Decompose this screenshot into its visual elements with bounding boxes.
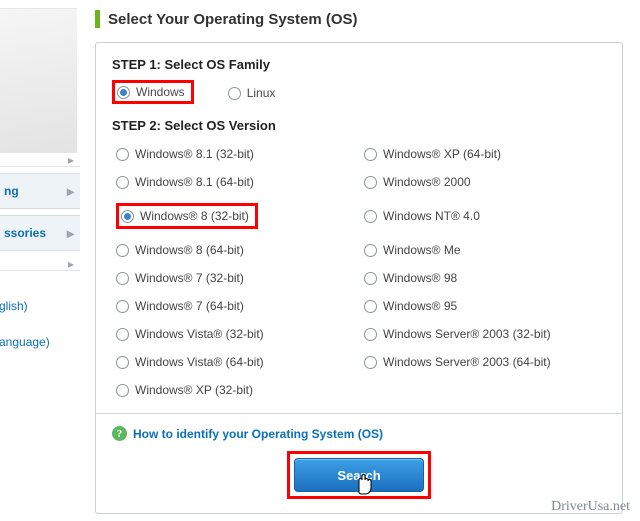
help-row: ? How to identify your Operating System … [112,414,606,441]
radio-icon [116,384,129,397]
os-family-linux[interactable]: Linux [228,86,276,100]
os-family-windows-label: Windows [136,85,185,99]
os-version-label: Windows® 7 (32-bit) [135,271,244,285]
search-wrap: Search [112,451,606,499]
chevron-right-icon: ▸ [67,183,74,200]
os-version-label: Windows® 98 [383,271,457,285]
os-family-group: Windows Linux [112,80,606,112]
os-version-label: Windows® XP (64-bit) [383,147,501,161]
os-version-option[interactable]: Windows Server® 2003 (64-bit) [364,355,602,369]
highlight-search: Search [287,451,431,499]
product-image [0,8,77,153]
os-version-option[interactable]: Windows® 7 (64-bit) [116,299,354,313]
section-title-row: Select Your Operating System (OS) [95,0,635,42]
radio-icon [364,300,377,313]
os-version-option[interactable]: Windows® 7 (32-bit) [116,271,354,285]
os-version-label: Windows® XP (32-bit) [135,383,253,397]
main-content: Select Your Operating System (OS) STEP 1… [95,0,635,514]
sidebar-chevron-row[interactable]: ▸ [0,153,80,167]
highlight-win8-32: Windows® 8 (32-bit) [116,203,258,229]
os-version-option[interactable]: Windows® XP (64-bit) [364,147,602,161]
radio-icon [116,244,129,257]
radio-icon [364,210,377,223]
os-select-panel: STEP 1: Select OS Family Windows Linux S… [95,42,623,514]
radio-icon [117,86,130,99]
os-version-option[interactable]: Windows® 8.1 (64-bit) [116,175,354,189]
os-version-label: Windows® 7 (64-bit) [135,299,244,313]
sidebar-link-2[interactable]: anguage) [0,335,80,349]
chevron-right-icon: ▸ [68,153,74,167]
os-version-option[interactable]: Windows Vista® (64-bit) [116,355,354,369]
os-version-option[interactable]: Windows® 98 [364,271,602,285]
sidebar-tab-1[interactable]: ng ▸ [0,173,80,209]
sidebar-tab-1-label: ng [4,184,19,198]
watermark: DriverUsa.net [551,499,630,515]
os-version-label: Windows® 95 [383,299,457,313]
os-family-windows[interactable]: Windows [117,85,185,99]
step2-label: STEP 2: Select OS Version [112,118,606,133]
os-version-label: Windows Server® 2003 (64-bit) [383,355,551,369]
chevron-right-icon: ▸ [68,257,74,271]
radio-icon [364,244,377,257]
radio-icon [364,148,377,161]
help-icon: ? [112,426,127,441]
os-family-linux-label: Linux [247,86,276,100]
sidebar-tab-2[interactable]: ssories ▸ [0,215,80,251]
step1-label: STEP 1: Select OS Family [112,57,606,72]
os-version-label: Windows Vista® (32-bit) [135,327,264,341]
search-button-label: Search [337,468,380,483]
os-version-option[interactable]: Windows® 8 (64-bit) [116,243,354,257]
os-version-label: Windows® 2000 [383,175,471,189]
radio-icon [364,328,377,341]
accent-bar [95,10,100,28]
os-version-option[interactable]: Windows® 8 (32-bit) [121,209,249,223]
radio-icon [364,356,377,369]
search-button[interactable]: Search [294,458,424,492]
os-version-label: Windows Vista® (64-bit) [135,355,264,369]
chevron-right-icon: ▸ [67,225,74,242]
radio-icon [116,148,129,161]
os-version-label: Windows® Me [383,243,461,257]
radio-icon [116,356,129,369]
radio-icon [228,87,241,100]
sidebar-tab-2-label: ssories [4,226,46,240]
os-version-label: Windows® 8 (32-bit) [140,209,249,223]
os-version-option[interactable]: Windows® XP (32-bit) [116,383,354,397]
radio-icon [364,176,377,189]
os-version-option[interactable]: Windows® 95 [364,299,602,313]
radio-icon [116,300,129,313]
os-version-grid: Windows® 8.1 (32-bit) Windows® XP (64-bi… [112,141,606,403]
sidebar-chevron-row[interactable]: ▸ [0,257,80,271]
left-sidebar: ▸ ng ▸ ssories ▸ ▸ glish) anguage) [0,0,80,521]
help-link[interactable]: How to identify your Operating System (O… [133,427,383,441]
os-version-label: Windows Server® 2003 (32-bit) [383,327,551,341]
os-version-option[interactable]: Windows NT® 4.0 [364,203,602,229]
highlight-windows: Windows [112,80,194,104]
radio-icon [116,272,129,285]
os-version-option[interactable]: Windows® Me [364,243,602,257]
radio-icon [116,328,129,341]
radio-icon [116,176,129,189]
os-version-option[interactable]: Windows® 2000 [364,175,602,189]
os-version-label: Windows® 8.1 (32-bit) [135,147,254,161]
sidebar-link-1[interactable]: glish) [0,299,80,313]
os-version-label: Windows® 8.1 (64-bit) [135,175,254,189]
os-version-label: Windows NT® 4.0 [383,209,480,223]
radio-icon [364,272,377,285]
os-version-option[interactable]: Windows Server® 2003 (32-bit) [364,327,602,341]
os-version-label: Windows® 8 (64-bit) [135,243,244,257]
os-version-option[interactable]: Windows Vista® (32-bit) [116,327,354,341]
page-title: Select Your Operating System (OS) [108,11,358,28]
radio-icon [121,210,134,223]
os-version-option[interactable]: Windows® 8.1 (32-bit) [116,147,354,161]
